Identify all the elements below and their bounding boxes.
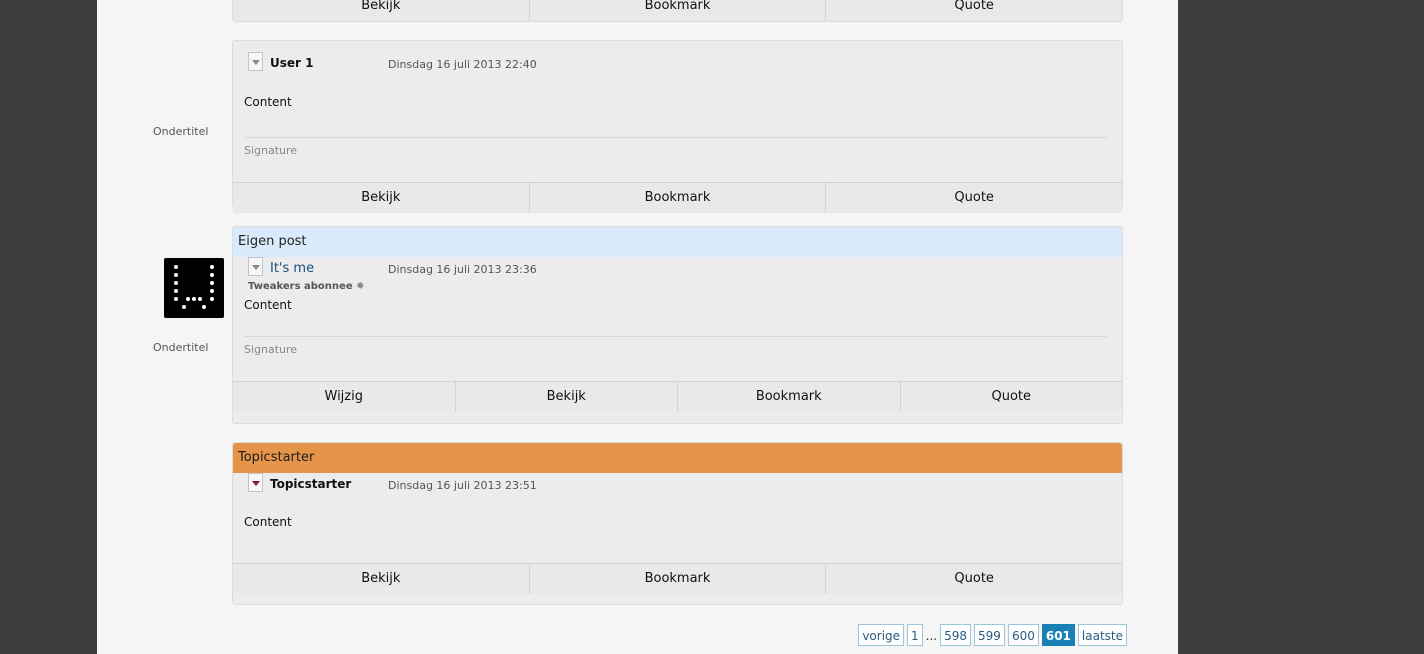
pagination-last[interactable]: laatste xyxy=(1077,624,1127,646)
post-content: Content xyxy=(244,95,292,109)
dropdown-toggle-icon[interactable] xyxy=(248,52,263,71)
post-date: Dinsdag 16 juli 2013 22:40 xyxy=(388,58,537,71)
dropdown-toggle-icon[interactable] xyxy=(248,473,263,492)
view-button[interactable]: Bekijk xyxy=(454,382,678,412)
pagination: vorige 1 ... 598 599 600 601 laatste xyxy=(858,624,1127,648)
post-date: Dinsdag 16 juli 2013 23:36 xyxy=(388,263,537,276)
user-status-label: Tweakers abonnee xyxy=(248,281,353,292)
bookmark-button[interactable]: Bookmark xyxy=(528,0,826,21)
edit-button[interactable]: Wijzig xyxy=(233,382,455,412)
post-own: Eigen post It's me Tweakers abonnee ✹ Di… xyxy=(232,226,1123,424)
bookmark-button[interactable]: Bookmark xyxy=(528,183,826,213)
quote-button[interactable]: Quote xyxy=(899,382,1123,412)
post: User 1 Dinsdag 16 juli 2013 22:40 Conten… xyxy=(232,40,1123,213)
post-content: Content xyxy=(244,298,292,312)
view-button[interactable]: Bekijk xyxy=(233,0,529,21)
pagination-page[interactable]: 598 xyxy=(940,624,972,646)
post-actions: Wijzig Bekijk Bookmark Quote xyxy=(233,381,1122,412)
avatar[interactable] xyxy=(164,258,224,318)
dropdown-toggle-icon[interactable] xyxy=(248,257,263,276)
avatar-icon xyxy=(174,265,214,309)
post-signature: Signature xyxy=(244,137,1107,182)
quote-button[interactable]: Quote xyxy=(825,183,1122,213)
user-subtitle: Ondertitel xyxy=(153,341,209,354)
pagination-prev[interactable]: vorige xyxy=(858,624,905,646)
pagination-ellipsis: ... xyxy=(925,629,938,643)
quote-button[interactable]: Quote xyxy=(825,564,1122,594)
pagination-page[interactable]: 599 xyxy=(974,624,1005,646)
topic-page: Bekijk Bookmark Quote Ondertitel User 1 … xyxy=(97,0,1178,654)
post-actions: Bekijk Bookmark Quote xyxy=(233,182,1122,213)
post-actions: Bekijk Bookmark Quote xyxy=(233,563,1122,594)
post-topicstarter: Topicstarter Topicstarter Dinsdag 16 jul… xyxy=(232,442,1123,605)
user-subtitle: Ondertitel xyxy=(153,125,209,138)
bookmark-button[interactable]: Bookmark xyxy=(528,564,826,594)
view-button[interactable]: Bekijk xyxy=(233,564,529,594)
username[interactable]: User 1 xyxy=(270,56,313,70)
post-header: Topicstarter Dinsdag 16 juli 2013 23:51 xyxy=(233,462,1122,492)
user-status: Tweakers abonnee ✹ xyxy=(248,281,364,292)
post-header: User 1 Dinsdag 16 juli 2013 22:40 xyxy=(233,41,1122,71)
post-actions: Bekijk Bookmark Quote xyxy=(233,0,1122,21)
bookmark-button[interactable]: Bookmark xyxy=(677,382,900,412)
post-signature: Signature xyxy=(244,336,1107,381)
pagination-page[interactable]: 1 xyxy=(907,624,923,646)
pagination-current-page[interactable]: 601 xyxy=(1041,624,1075,646)
quote-button[interactable]: Quote xyxy=(825,0,1122,21)
post-header: It's me Tweakers abonnee ✹ Dinsdag 16 ju… xyxy=(233,246,1122,292)
username[interactable]: It's me xyxy=(270,261,314,276)
view-button[interactable]: Bekijk xyxy=(233,183,529,213)
post-partial: Bekijk Bookmark Quote xyxy=(232,0,1123,22)
username[interactable]: Topicstarter xyxy=(270,477,351,491)
pagination-page[interactable]: 600 xyxy=(1007,624,1039,646)
subscriber-badge-icon: ✹ xyxy=(356,281,365,292)
post-content: Content xyxy=(244,515,292,529)
post-date: Dinsdag 16 juli 2013 23:51 xyxy=(388,479,537,492)
